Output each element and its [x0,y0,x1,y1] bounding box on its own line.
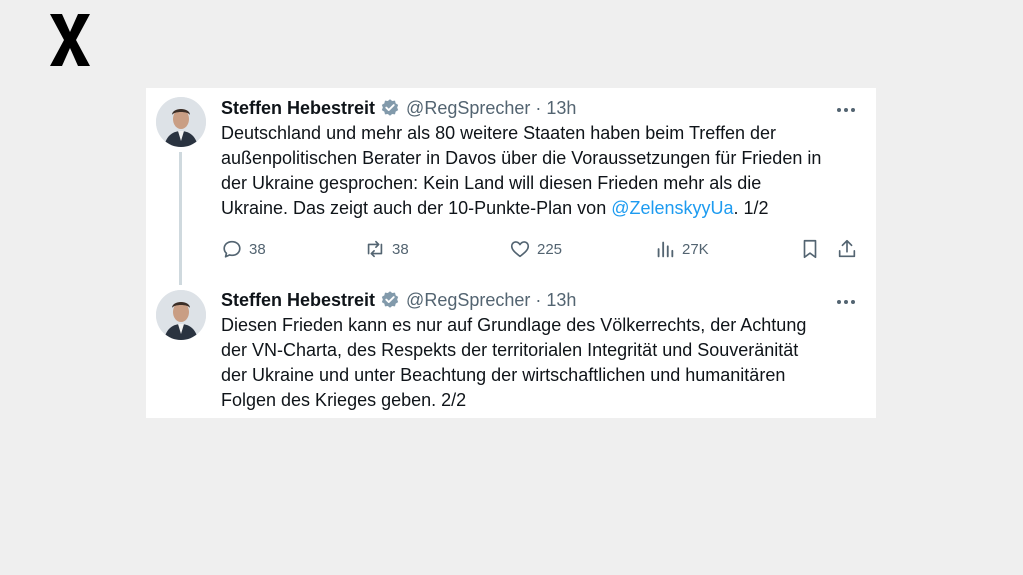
tweet-text-segment: Ukraine. Das zeigt auch der 10-Punkte-Pl… [221,198,612,218]
verified-badge-icon [381,99,399,116]
reply-icon [223,240,241,258]
author-name[interactable]: Steffen Hebestreit [221,290,375,311]
share-icon[interactable] [836,238,858,260]
views-chart-icon [657,241,674,258]
author-handle[interactable]: @RegSprecher [406,98,530,119]
timestamp[interactable]: 13h [546,290,576,311]
tweet-text-line: Folgen des Krieges geben. 2/2 [221,390,467,410]
author-name[interactable]: Steffen Hebestreit [221,98,375,119]
tweet-text: Diesen Frieden kann es nur auf Grundlage… [221,313,861,413]
tweet-text: Deutschland und mehr als 80 weitere Staa… [221,121,861,221]
tweet-text-line: der VN-Charta, des Respekts der territor… [221,340,799,360]
tweet-header: Steffen Hebestreit @RegSprecher · 13h [221,288,576,312]
tweet-text-line: außenpolitischen Berater in Davos über d… [221,148,822,168]
tweet-text-line: der Ukraine und unter Beachtung der wirt… [221,365,786,385]
tweet-text-line: Ukraine. Das zeigt auch der 10-Punkte-Pl… [221,196,861,221]
tweet[interactable]: Steffen Hebestreit @RegSprecher · 13h Di… [146,284,876,418]
tweet-text-line: Diesen Frieden kann es nur auf Grundlage… [221,315,807,335]
thread-card: Steffen Hebestreit @RegSprecher · 13h De… [146,88,876,418]
like-count: 225 [537,240,563,258]
mention-link[interactable]: @ZelenskyyUa [611,198,733,218]
heart-icon [510,241,530,258]
like-button[interactable]: 225 [509,237,562,261]
action-bar: 38 38 225 27K [146,237,876,261]
views-button[interactable]: 27K [654,237,709,261]
tweet-text-line: Deutschland und mehr als 80 weitere Staa… [221,123,777,143]
thread-connector [179,152,182,285]
repost-icon [367,240,383,258]
tweet-header: Steffen Hebestreit @RegSprecher · 13h [221,96,576,120]
reply-button[interactable]: 38 [221,237,266,261]
avatar[interactable] [156,97,206,147]
repost-button[interactable]: 38 [364,237,409,261]
views-count: 27K [682,240,709,258]
tweet-text-segment: . 1/2 [733,198,769,218]
more-options-icon[interactable] [834,293,858,311]
separator-dot: · [535,289,542,310]
separator-dot: · [535,97,542,118]
more-options-icon[interactable] [834,101,858,119]
repost-count: 38 [392,240,409,258]
avatar[interactable] [156,290,206,340]
reply-count: 38 [249,240,266,258]
author-handle[interactable]: @RegSprecher [406,290,530,311]
tweet[interactable]: Steffen Hebestreit @RegSprecher · 13h De… [146,88,876,285]
timestamp[interactable]: 13h [546,98,576,119]
verified-badge-icon [381,291,399,308]
x-logo-icon [50,14,90,66]
tweet-text-line: der Ukraine gesprochen: Kein Land will d… [221,173,762,193]
bookmark-icon[interactable] [799,238,821,260]
